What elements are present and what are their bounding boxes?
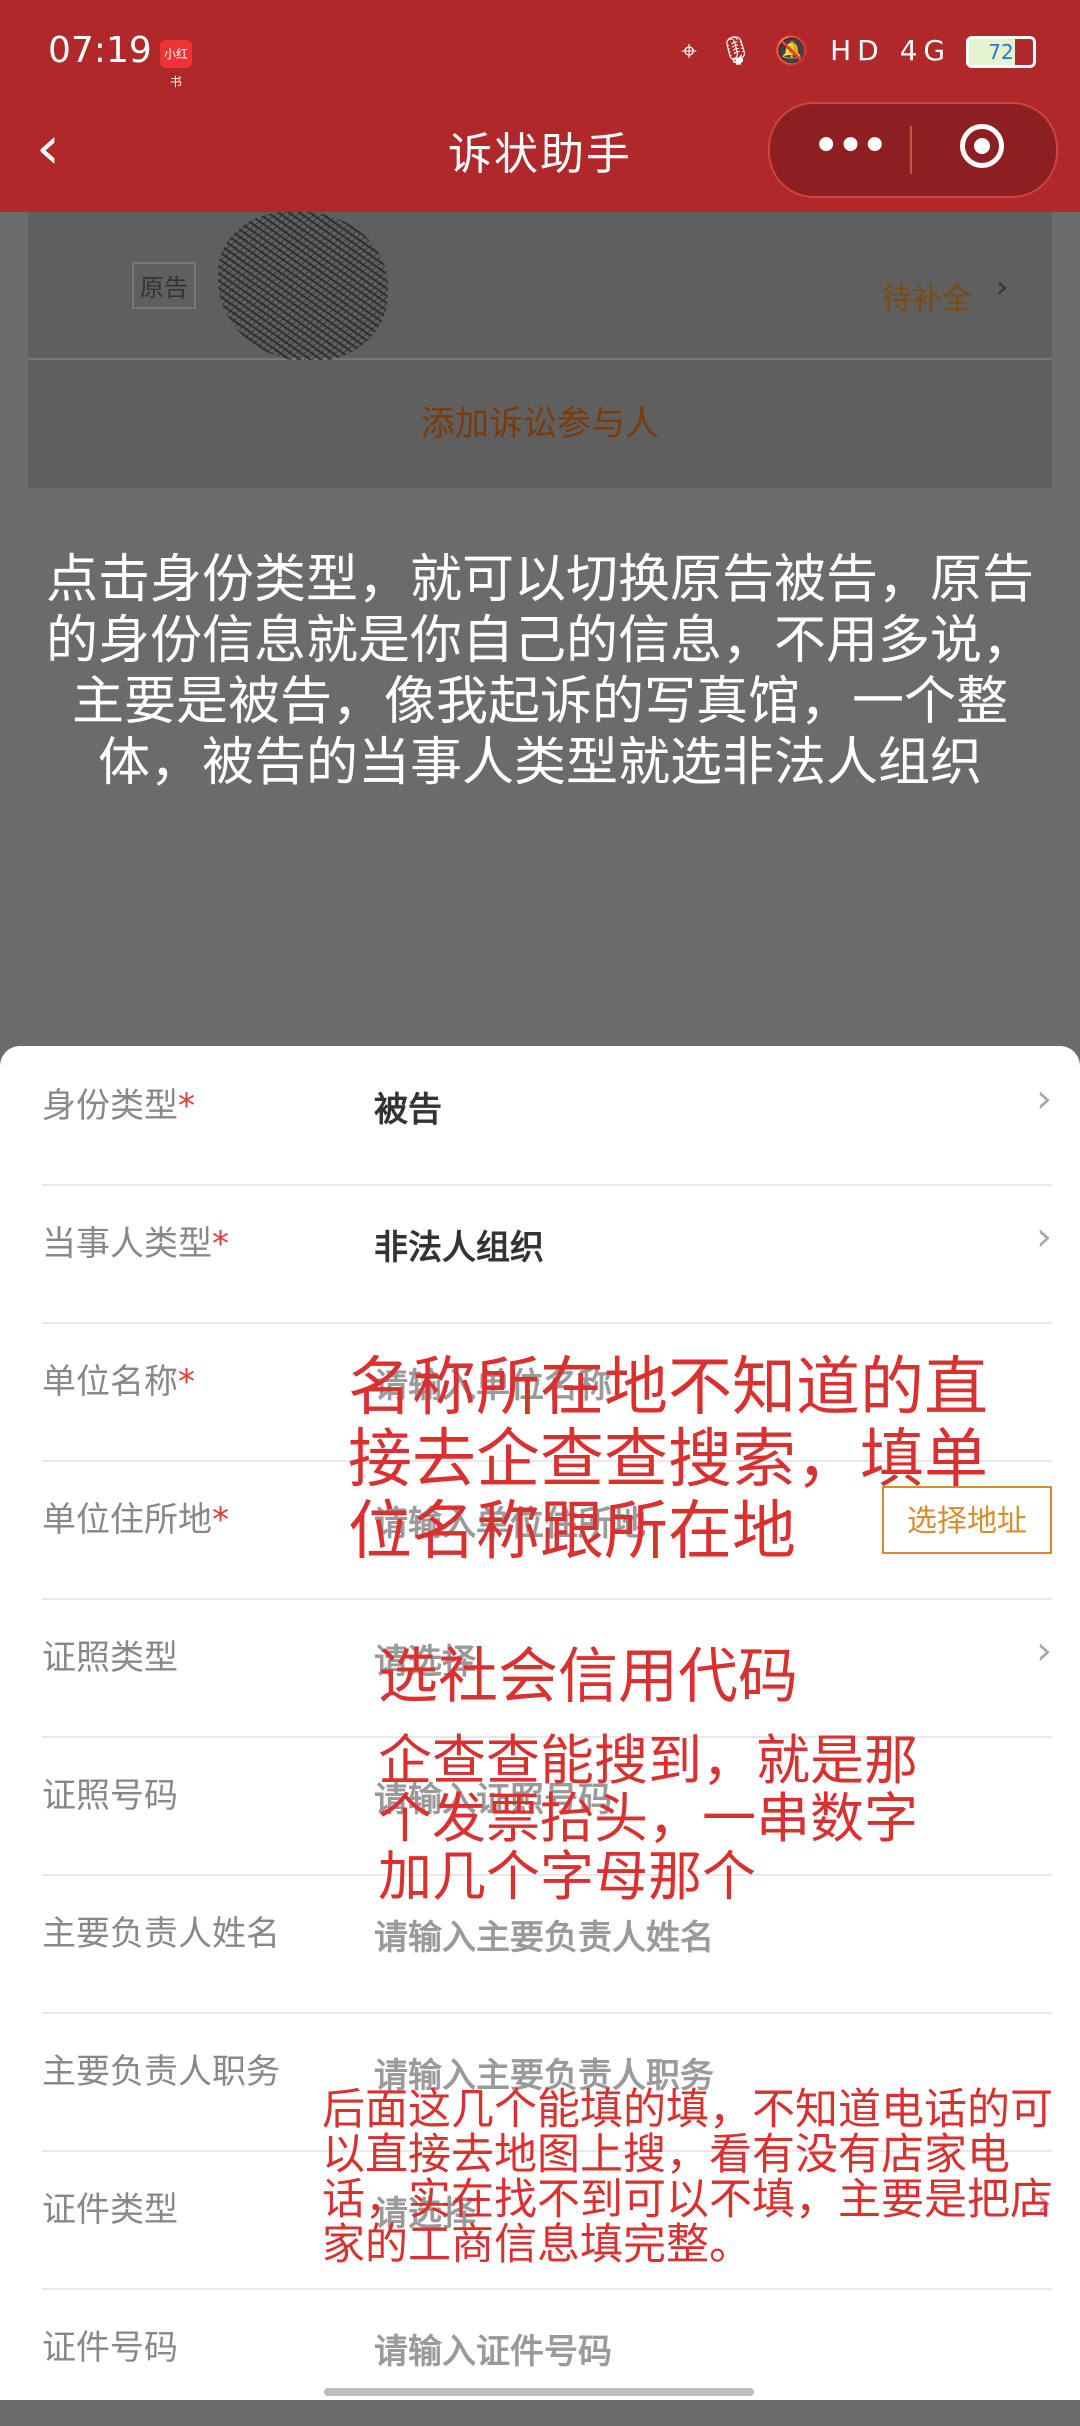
mini-program-capsule: ••• [768, 102, 1058, 198]
status-indicator-icons: ⌖ 🎙 🔕 HD 4G [681, 34, 952, 67]
party-type-value: 非法人组织 [374, 1228, 544, 1268]
close-target-icon[interactable] [960, 124, 1004, 168]
status-time: 07:19 [48, 30, 152, 71]
chevron-right-icon: › [996, 270, 1008, 305]
chevron-right-icon: › [1036, 1214, 1052, 1260]
principal-title-input[interactable]: 请输入主要负责人职务 [374, 2048, 714, 2097]
field-label: 证件类型 [42, 2190, 178, 2230]
form-row-principal-name: 主要负责人姓名 请输入主要负责人姓名 [42, 1874, 1052, 2014]
form-row-id-type[interactable]: 证件类型 请选择 › [42, 2150, 1052, 2290]
battery-icon: 72 [966, 36, 1036, 68]
select-address-button[interactable]: 选择地址 [882, 1486, 1052, 1554]
license-number-input[interactable]: 请输入证照号码 [374, 1772, 612, 1821]
unit-address-input[interactable]: 请输入单位住所地 [374, 1496, 646, 1545]
principal-name-input[interactable]: 请输入主要负责人姓名 [374, 1910, 714, 1959]
field-label: 主要负责人姓名 [42, 1914, 280, 1954]
form-row-identity-type[interactable]: 身份类型* 被告 › [42, 1046, 1052, 1186]
chevron-right-icon: › [1036, 2180, 1052, 2226]
field-label: 证照号码 [42, 1776, 178, 1816]
annotation-identity-type: 点击身份类型，就可以切换原告被告，原告的身份信息就是你自己的信息，不用多说，主要… [45, 550, 1034, 793]
form-row-id-number: 证件号码 请输入证件号码 [42, 2288, 1052, 2426]
field-label: 当事人类型* [42, 1224, 229, 1264]
form-row-license-type[interactable]: 证照类型 请选择 › [42, 1598, 1052, 1738]
plaintiff-card: 原告 待补全 › [28, 212, 1052, 362]
add-participant-button: 添加诉讼参与人 [28, 360, 1052, 488]
field-label: 主要负责人职务 [42, 2052, 280, 2092]
capsule-divider [910, 126, 912, 174]
unit-name-input[interactable]: 请输入单位名称 [374, 1358, 612, 1407]
field-label: 单位名称* [42, 1362, 195, 1402]
more-button[interactable]: ••• [812, 122, 889, 170]
form-row-license-number: 证照号码 请输入证照号码 [42, 1736, 1052, 1876]
field-label: 证件号码 [42, 2328, 178, 2368]
field-label: 身份类型* [42, 1086, 195, 1126]
status-icons: ⌖ 🎙 🔕 HD 4G 72 [681, 34, 1036, 68]
license-type-select: 请选择 [374, 1642, 476, 1682]
party-form-sheet: 身份类型* 被告 › 当事人类型* 非法人组织 › 单位名称* 请输入单位名称 … [0, 1046, 1080, 2400]
field-label: 单位住所地* [42, 1500, 229, 1540]
id-number-input[interactable]: 请输入证件号码 [374, 2324, 612, 2373]
field-label: 证照类型 [42, 1638, 178, 1678]
redacted-name-scribble [218, 212, 388, 362]
form-row-unit-name: 单位名称* 请输入单位名称 [42, 1322, 1052, 1462]
plaintiff-tag: 原告 [132, 262, 196, 309]
chevron-right-icon: › [1036, 1076, 1052, 1122]
home-indicator[interactable] [324, 2388, 754, 2396]
form-row-unit-address: 单位住所地* 请输入单位住所地 选择地址 [42, 1460, 1052, 1600]
chevron-right-icon: › [1036, 1628, 1052, 1674]
top-bar: 07:19 小红书 ⌖ 🎙 🔕 HD 4G 72 ‹ 诉状助手 ••• [0, 0, 1080, 212]
id-type-select: 请选择 [374, 2194, 476, 2234]
form-row-principal-title: 主要负责人职务 请输入主要负责人职务 [42, 2012, 1052, 2152]
app-notification-icon: 小红书 [160, 40, 192, 89]
identity-type-value: 被告 [374, 1090, 442, 1130]
pending-label: 待补全 [882, 282, 972, 317]
form-row-party-type[interactable]: 当事人类型* 非法人组织 › [42, 1184, 1052, 1324]
